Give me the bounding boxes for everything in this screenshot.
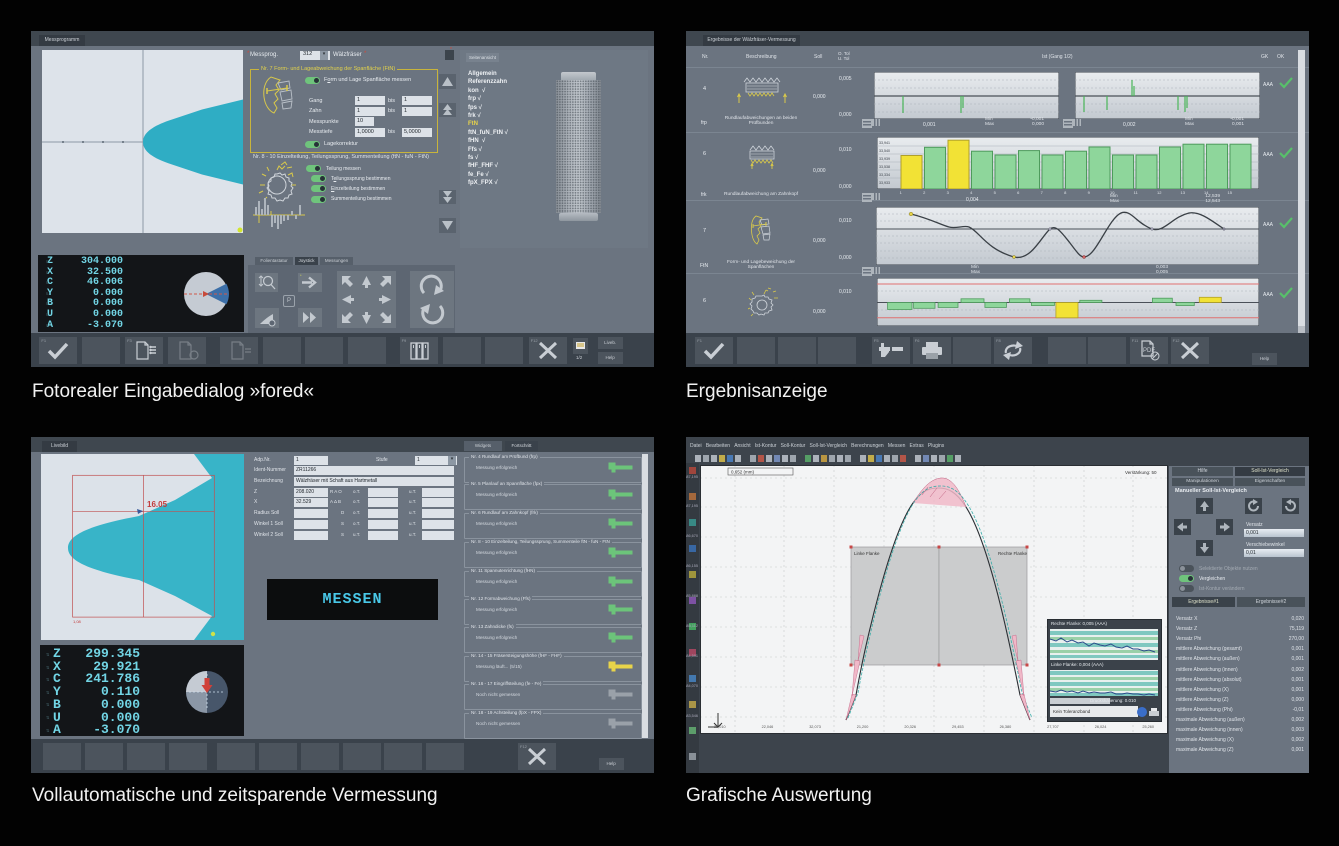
svg-text:16.05: 16.05	[147, 500, 168, 509]
svg-text:Verstärkung: 50: Verstärkung: 50	[1125, 470, 1157, 475]
svg-text:0,652 (mm): 0,652 (mm)	[731, 470, 755, 475]
svg-text:Rechte Flanke: Rechte Flanke	[998, 551, 1028, 556]
svg-text:Linke Flanke: Linke Flanke	[854, 551, 880, 556]
svg-text:1,08: 1,08	[73, 619, 82, 624]
svg-text:33,538: 33,538	[879, 165, 890, 169]
svg-text:PDF: PDF	[1143, 348, 1155, 354]
svg-text:33,939: 33,939	[879, 157, 890, 161]
svg-text:33,334: 33,334	[879, 173, 890, 177]
svg-text:33,941: 33,941	[879, 141, 890, 145]
svg-text:33,933: 33,933	[879, 181, 890, 185]
svg-text:33,540: 33,540	[879, 149, 890, 153]
